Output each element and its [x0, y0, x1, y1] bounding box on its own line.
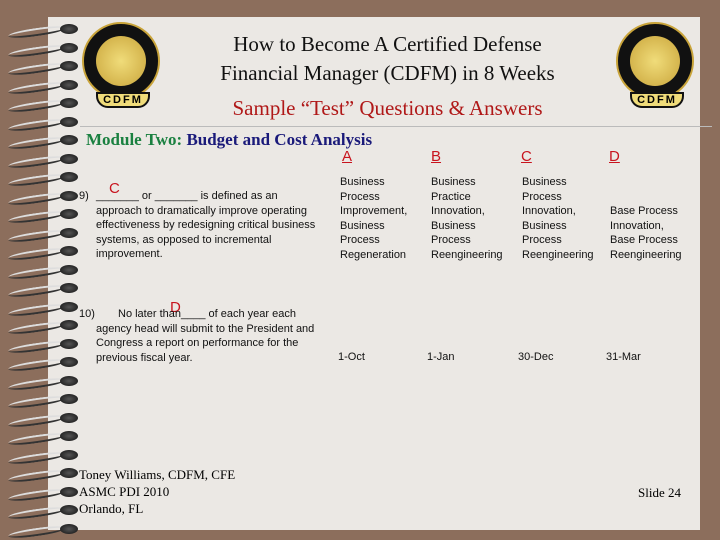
spiral-ring: [7, 429, 78, 447]
cdfm-seal-right: CDFM: [616, 22, 694, 108]
question-number: 10): [79, 308, 95, 320]
spiral-ring: [7, 281, 78, 299]
option-a: 1-Oct: [338, 351, 365, 363]
spiral-ring: [7, 355, 78, 373]
spiral-ring: [7, 59, 78, 77]
spiral-ring: [7, 318, 78, 336]
spiral-ring: [7, 78, 78, 96]
option-c: 30-Dec: [518, 351, 554, 363]
module-heading: Module Two: Budget and Cost Analysis: [86, 130, 372, 150]
option-c: Business Process Innovation, Business Pr…: [522, 176, 594, 261]
spiral-ring: [7, 226, 78, 244]
column-header-c: C: [521, 148, 532, 165]
spiral-ring: [7, 115, 78, 133]
spiral-ring: [7, 133, 78, 151]
spiral-ring: [7, 485, 78, 503]
option-b: Business Practice Innovation, Business P…: [431, 176, 503, 261]
spiral-ring: [7, 207, 78, 225]
spiral-ring: [7, 189, 78, 207]
spiral-ring: [7, 170, 78, 188]
spiral-ring: [7, 448, 78, 466]
option-d: Base Process Innovation, Base Process Re…: [610, 205, 682, 261]
question-number: 9): [79, 190, 89, 202]
spiral-ring: [7, 300, 78, 318]
slide-number: Slide 24: [638, 485, 681, 500]
spiral-ring: [7, 522, 78, 540]
spiral-ring: [7, 41, 78, 59]
spiral-ring: [7, 337, 78, 355]
spiral-ring: [7, 152, 78, 170]
slide-title-line2: Financial Manager (CDFM) in 8 Weeks: [220, 61, 555, 85]
spiral-ring: [7, 244, 78, 262]
spiral-ring: [7, 392, 78, 410]
question-text: _______ or _______ is defined as an appr…: [96, 190, 316, 260]
option-b: 1-Jan: [427, 351, 455, 363]
option-a: Business Process Improvement, Business P…: [340, 176, 408, 261]
column-header-b: B: [431, 148, 442, 165]
spiral-ring: [7, 466, 78, 484]
spiral-ring: [7, 503, 78, 521]
module-label: Module Two:: [86, 130, 183, 149]
spiral-ring: [7, 411, 78, 429]
slide-title-line1: How to Become A Certified Defense: [233, 32, 542, 56]
divider: [80, 126, 712, 127]
spiral-ring: [7, 22, 78, 40]
option-d: 31-Mar: [606, 351, 641, 363]
module-name: Budget and Cost Analysis: [186, 130, 373, 149]
spiral-ring: [7, 374, 78, 392]
column-header-a: A: [342, 148, 353, 165]
spiral-ring: [7, 263, 78, 281]
column-header-d: D: [609, 148, 620, 165]
question-text: No later than____ of each year each agen…: [96, 308, 315, 364]
spiral-ring: [7, 96, 78, 114]
slide-subtitle: Sample “Test” Questions & Answers: [232, 96, 543, 120]
presenter-footer: Toney Williams, CDFM, CFE ASMC PDI 2010 …: [79, 467, 236, 516]
cdfm-seal-left: CDFM: [82, 22, 160, 108]
